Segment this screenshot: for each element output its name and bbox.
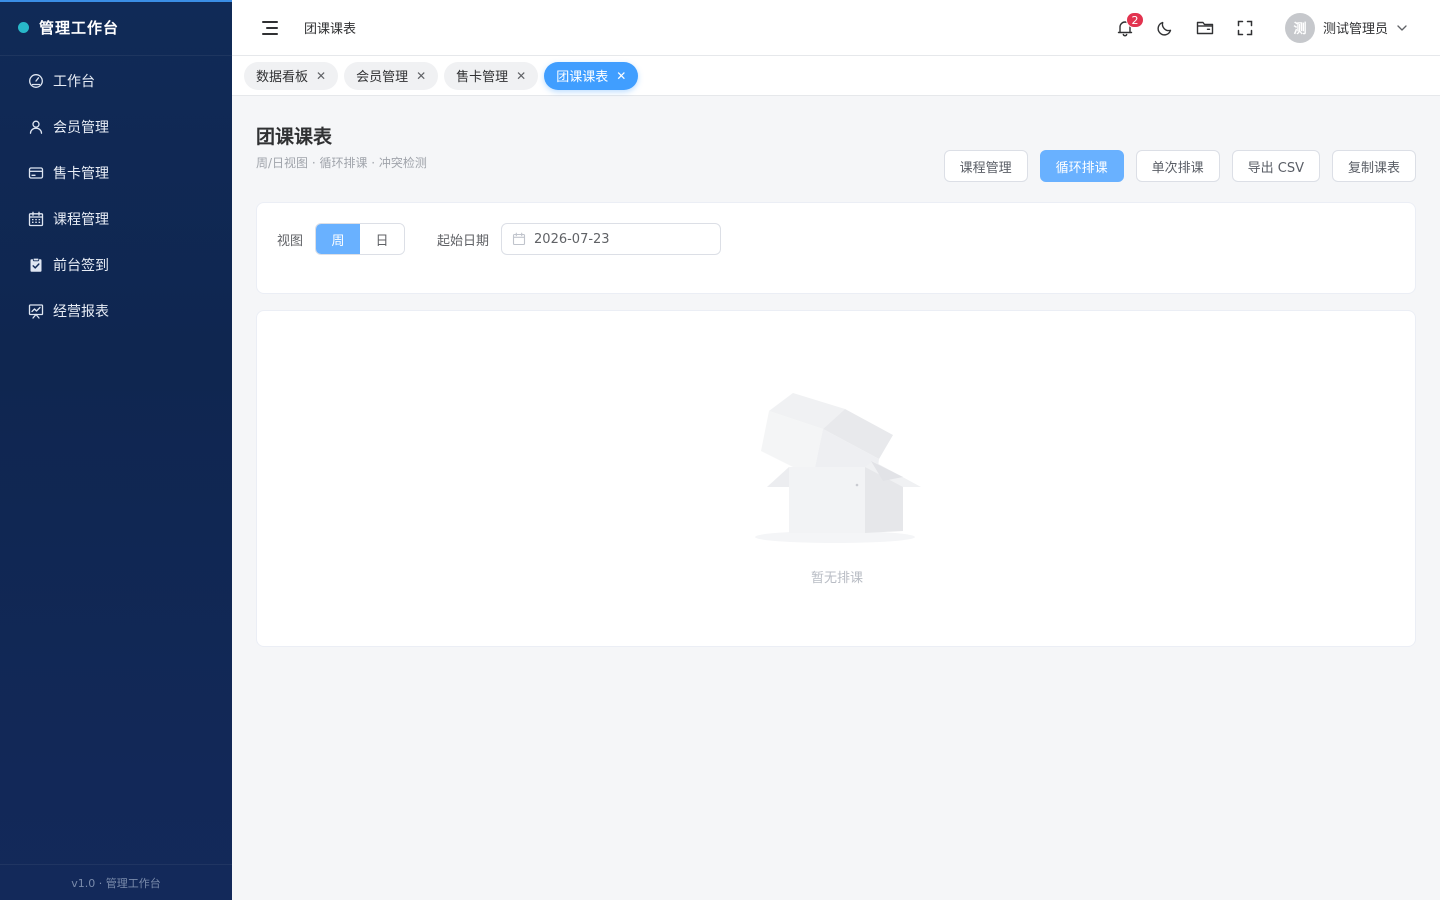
sidebar-item-label: 课程管理 — [53, 212, 109, 228]
fullscreen-icon — [1235, 18, 1255, 38]
card-icon — [28, 165, 44, 181]
sidebar-item-cards[interactable]: 售卡管理 — [0, 150, 232, 196]
folder-icon — [1195, 18, 1215, 38]
theme-toggle-button[interactable] — [1145, 8, 1185, 48]
sidebar-item-dashboard[interactable]: 工作台 — [0, 58, 232, 104]
user-name: 测试管理员 — [1322, 22, 1388, 37]
export-csv-button[interactable]: 导出 CSV — [1231, 150, 1320, 182]
close-icon[interactable]: ✕ — [416, 69, 426, 83]
single-schedule-button[interactable]: 单次排课 — [1135, 150, 1220, 182]
tab-label: 会员管理 — [356, 70, 409, 85]
view-day-button[interactable]: 日 — [360, 224, 405, 254]
calendar-icon — [28, 211, 44, 227]
fullscreen-button[interactable] — [1225, 8, 1265, 48]
menu-toggle-icon[interactable] — [262, 20, 278, 35]
empty-box-icon — [753, 381, 923, 546]
chevron-down-icon — [1396, 22, 1408, 34]
sidebar-accent-line — [0, 0, 232, 2]
top-header: 团课课表 2 测 测试管理员 — [232, 0, 1440, 56]
filter-card: 视图 周 日 起始日期 2026-07-23 — [256, 202, 1416, 294]
start-date-label: 起始日期 — [437, 233, 490, 249]
folder-button[interactable] — [1185, 8, 1225, 48]
notification-badge: 2 — [1125, 11, 1144, 28]
sidebar-item-label: 经营报表 — [53, 304, 109, 320]
calendar-icon — [512, 232, 534, 246]
sidebar-footer: v1.0 · 管理工作台 — [0, 864, 232, 900]
close-icon[interactable]: ✕ — [316, 69, 326, 83]
brand-title: 管理工作台 — [39, 19, 120, 37]
notifications-button[interactable]: 2 — [1105, 8, 1145, 48]
user-icon — [28, 119, 44, 135]
avatar: 测 — [1284, 12, 1315, 43]
schedule-card: 暂无排课 — [256, 310, 1416, 647]
sidebar-item-label: 会员管理 — [53, 120, 109, 136]
brand[interactable]: 管理工作台 — [0, 0, 232, 56]
close-icon[interactable]: ✕ — [516, 69, 526, 83]
sidebar-item-members[interactable]: 会员管理 — [0, 104, 232, 150]
tab-label: 售卡管理 — [456, 70, 509, 85]
page-subtitle: 周/日视图 · 循环排课 · 冲突检测 — [256, 156, 427, 170]
brand-logo-dot — [18, 22, 29, 33]
filter-row: 视图 周 日 起始日期 2026-07-23 — [277, 223, 722, 255]
start-date-input[interactable]: 2026-07-23 — [501, 223, 722, 255]
page-title: 团课课表 — [256, 126, 333, 148]
user-menu[interactable]: 测 测试管理员 — [1284, 12, 1408, 43]
sidebar-item-checkin[interactable]: 前台签到 — [0, 242, 232, 288]
view-switch: 周 日 — [315, 223, 406, 255]
tab-label: 团课课表 — [556, 70, 609, 85]
moon-icon — [1155, 18, 1175, 38]
sidebar-item-courses[interactable]: 课程管理 — [0, 196, 232, 242]
tabs-bar: 数据看板 ✕ 会员管理 ✕ 售卡管理 ✕ 团课课表 ✕ — [232, 56, 1440, 96]
sidebar: 管理工作台 工作台 会员管理 售卡管理 课程管理 前台签到 经营报表 v1.0 … — [0, 0, 232, 900]
main-content: 团课课表 周/日视图 · 循环排课 · 冲突检测 课程管理 循环排课 单次排课 … — [232, 96, 1440, 900]
header-actions: 2 测 测试管理员 — [1105, 0, 1440, 56]
tab-members[interactable]: 会员管理 ✕ — [344, 61, 439, 90]
sidebar-menu: 工作台 会员管理 售卡管理 课程管理 前台签到 经营报表 — [0, 56, 232, 334]
sidebar-item-label: 工作台 — [53, 74, 95, 90]
tab-cards[interactable]: 售卡管理 ✕ — [444, 61, 539, 90]
tab-group-schedule[interactable]: 团课课表 ✕ — [544, 61, 639, 90]
copy-schedule-button[interactable]: 复制课表 — [1331, 150, 1416, 182]
empty-state-text: 暂无排课 — [810, 571, 863, 586]
recurring-schedule-button[interactable]: 循环排课 — [1039, 150, 1124, 182]
checkin-icon — [28, 257, 44, 273]
view-label: 视图 — [277, 233, 304, 249]
dashboard-icon — [28, 73, 44, 89]
view-week-button[interactable]: 周 — [316, 224, 361, 254]
start-date-value: 2026-07-23 — [534, 231, 610, 247]
close-icon[interactable]: ✕ — [616, 69, 626, 83]
tab-dashboard[interactable]: 数据看板 ✕ — [244, 61, 339, 90]
report-icon — [28, 303, 44, 319]
breadcrumb: 团课课表 — [304, 22, 357, 37]
sidebar-item-reports[interactable]: 经营报表 — [0, 288, 232, 334]
course-management-button[interactable]: 课程管理 — [943, 150, 1028, 182]
page-actions: 课程管理 循环排课 单次排课 导出 CSV 复制课表 — [932, 150, 1416, 182]
sidebar-item-label: 售卡管理 — [53, 166, 109, 182]
tab-label: 数据看板 — [256, 70, 309, 85]
sidebar-item-label: 前台签到 — [53, 258, 109, 274]
